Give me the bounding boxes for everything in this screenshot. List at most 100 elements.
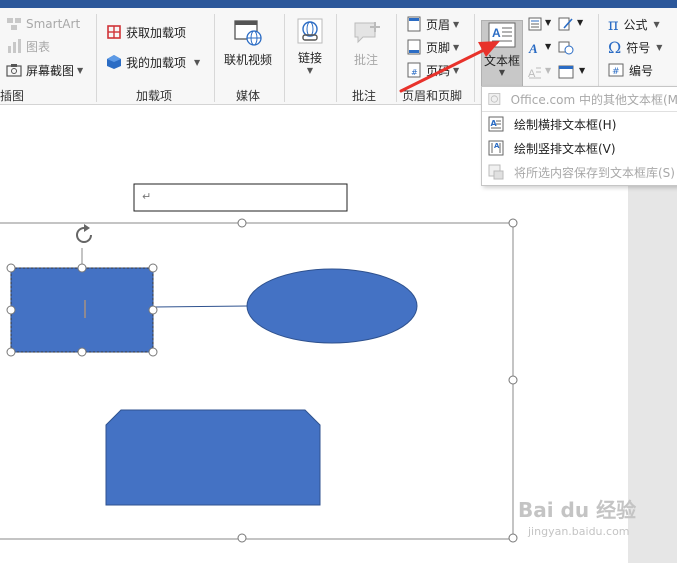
svg-text:A: A xyxy=(528,41,538,55)
svg-text:A: A xyxy=(494,142,500,150)
header-footer-group-label: 页眉和页脚 xyxy=(402,89,463,103)
screenshot-button[interactable]: 屏幕截图 ▼ xyxy=(6,60,83,80)
canvas-resize-handle[interactable] xyxy=(237,533,247,543)
chevron-down-icon: ▼ xyxy=(545,42,552,51)
menu-item-label: Office.com 中的其他文本框(M xyxy=(510,92,677,107)
drop-cap-icon[interactable]: A xyxy=(528,65,542,79)
comment-label: 批注 xyxy=(353,53,378,67)
canvas-resize-handle[interactable] xyxy=(508,218,518,228)
office-online-icon xyxy=(488,93,501,105)
omega-icon: Ω xyxy=(608,37,622,57)
menu-item-draw-vertical-textbox[interactable]: A 绘制竖排文本框(V) xyxy=(482,136,677,160)
shape-resize-handle[interactable] xyxy=(77,263,87,273)
chart-button[interactable]: 图表 xyxy=(6,36,50,56)
equation-label: 公式 xyxy=(623,17,648,32)
chevron-down-icon: ▼ xyxy=(498,68,506,77)
chevron-down-icon: ▼ xyxy=(306,66,314,75)
shape-resize-handle[interactable] xyxy=(77,347,87,357)
watermark-brand: Bai du 经验 xyxy=(518,498,637,522)
menu-item-more-textboxes[interactable]: Office.com 中的其他文本框(M xyxy=(482,87,677,111)
rotate-handle-icon[interactable] xyxy=(75,224,93,244)
comment-button[interactable]: 批注 xyxy=(346,18,386,68)
symbol-button[interactable]: Ω 符号 ▼ xyxy=(608,37,662,57)
page-number-label: 页码 xyxy=(426,63,451,78)
wordart-icon[interactable]: A xyxy=(528,41,542,55)
chevron-down-icon: ▼ xyxy=(545,66,552,75)
footer-button[interactable]: 页脚 ▼ xyxy=(406,37,459,57)
menu-item-label: 绘制竖排文本框(V) xyxy=(514,141,616,156)
online-video-label: 联机视频 xyxy=(223,53,272,67)
svg-text:A: A xyxy=(528,68,536,79)
snipped-rectangle-shape[interactable] xyxy=(105,409,321,506)
textbox-dropdown-menu: Office.com 中的其他文本框(M A 绘制横排文本框(H) A 绘制竖排… xyxy=(481,86,677,186)
svg-text:#: # xyxy=(411,68,418,77)
menu-item-draw-horizontal-textbox[interactable]: A 绘制横排文本框(H) xyxy=(482,112,677,136)
textbox-label: 文本框 xyxy=(483,54,520,68)
canvas-resize-handle[interactable] xyxy=(508,375,518,385)
get-addins-label: 获取加载项 xyxy=(126,25,187,40)
group-divider xyxy=(284,14,285,102)
watermark-url: jingyan.baidu.com xyxy=(528,525,630,538)
store-icon xyxy=(107,25,121,39)
menu-item-save-to-gallery[interactable]: 将所选内容保存到文本框库(S) xyxy=(482,160,677,184)
paragraph-mark: ↵ xyxy=(142,190,152,203)
chevron-down-icon: ▼ xyxy=(453,42,460,52)
group-divider xyxy=(396,14,397,102)
group-divider xyxy=(336,14,337,102)
chevron-down-icon: ▼ xyxy=(656,42,663,52)
chevron-down-icon: ▼ xyxy=(579,66,586,75)
shape-resize-handle[interactable] xyxy=(6,347,16,357)
equation-button[interactable]: π 公式 ▼ xyxy=(608,14,660,34)
online-video-button[interactable]: 联机视频 xyxy=(222,18,274,68)
connector-line[interactable] xyxy=(153,305,249,308)
smartart-button[interactable]: SmartArt xyxy=(6,14,80,34)
shape-resize-handle[interactable] xyxy=(148,305,158,315)
page-number-button[interactable]: # 页码 ▼ xyxy=(406,60,459,80)
my-addins-button[interactable]: 我的加载项 ▼ xyxy=(106,52,200,72)
shape-resize-handle[interactable] xyxy=(148,263,158,273)
quick-parts-icon[interactable] xyxy=(528,17,542,31)
group-divider xyxy=(96,14,97,102)
addins-group-label: 加载项 xyxy=(136,89,173,103)
footer-label: 页脚 xyxy=(426,40,451,55)
header-label: 页眉 xyxy=(426,17,451,32)
shape-resize-handle[interactable] xyxy=(6,305,16,315)
horizontal-textbox-icon: A xyxy=(488,116,504,132)
canvas-resize-handle[interactable] xyxy=(508,533,518,543)
selected-rectangle-shape[interactable] xyxy=(10,267,154,353)
header-button[interactable]: 页眉 ▼ xyxy=(406,14,459,34)
title-bar xyxy=(0,0,677,8)
number-icon: # xyxy=(608,63,624,77)
screenshot-label: 屏幕截图 xyxy=(26,63,75,78)
chart-icon xyxy=(8,39,21,53)
text-box-frame[interactable] xyxy=(133,183,348,212)
chart-label: 图表 xyxy=(26,39,51,54)
svg-text:#: # xyxy=(612,67,620,77)
chevron-down-icon: ▼ xyxy=(545,18,552,27)
menu-item-label: 将所选内容保存到文本框库(S) xyxy=(514,165,675,180)
canvas-resize-handle[interactable] xyxy=(237,218,247,228)
textbox-icon: A xyxy=(488,22,516,48)
header-icon xyxy=(407,16,421,32)
date-time-icon[interactable] xyxy=(558,41,574,55)
group-divider xyxy=(474,14,475,102)
addin-cube-icon xyxy=(107,55,121,69)
ellipse-shape[interactable] xyxy=(246,268,418,344)
pi-icon: π xyxy=(608,14,619,34)
signature-line-icon[interactable] xyxy=(558,17,574,31)
comments-group-label: 批注 xyxy=(352,89,377,103)
online-video-icon xyxy=(234,20,262,46)
get-addins-button[interactable]: 获取加载项 xyxy=(106,22,186,42)
svg-text:A: A xyxy=(492,26,501,40)
link-button[interactable]: 链接 ▼ xyxy=(290,16,330,75)
screenshot-icon xyxy=(6,64,22,77)
chevron-down-icon: ▼ xyxy=(653,19,660,29)
shape-resize-handle[interactable] xyxy=(148,347,158,357)
menu-item-label: 绘制横排文本框(H) xyxy=(514,117,617,132)
chevron-down-icon: ▼ xyxy=(577,18,584,27)
symbol-label: 符号 xyxy=(626,40,651,55)
illustrations-group-label: 插图 xyxy=(0,89,25,103)
number-button[interactable]: # 编号 xyxy=(608,60,653,80)
shape-resize-handle[interactable] xyxy=(6,263,16,273)
object-icon[interactable] xyxy=(558,65,574,79)
